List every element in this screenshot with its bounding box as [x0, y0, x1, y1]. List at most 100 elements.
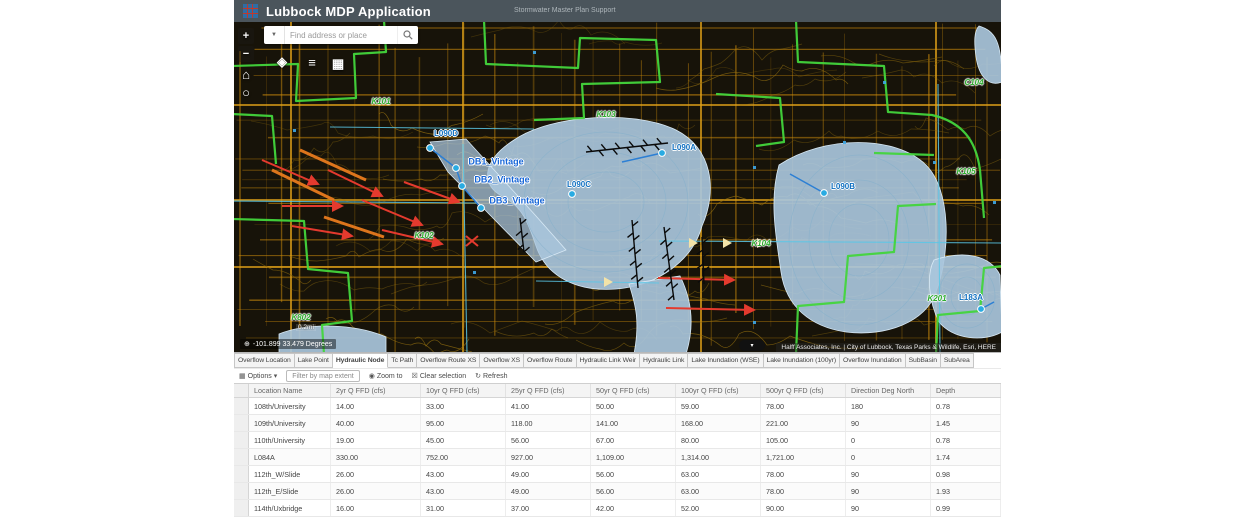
table-cell: 0.78: [931, 432, 1001, 448]
coordinates-readout: ⊕ -101.899 33.479 Degrees: [240, 339, 336, 349]
refresh-button[interactable]: ↻ Refresh: [475, 372, 507, 380]
column-header[interactable]: 50yr Q FFD (cfs): [591, 384, 676, 397]
tab-lake-inundation-wse[interactable]: Lake Inundation (WSE): [688, 353, 763, 368]
row-selector[interactable]: [234, 398, 249, 414]
select-all-cell[interactable]: [234, 384, 249, 397]
map-label-db1-vintage[interactable]: DB1_Vintage: [468, 158, 523, 167]
search-source-dropdown[interactable]: ▼: [264, 26, 285, 44]
map-label-k101[interactable]: K101: [371, 98, 390, 106]
column-header[interactable]: 25yr Q FFD (cfs): [506, 384, 591, 397]
map-label-k201[interactable]: K201: [927, 295, 946, 303]
basemap-button[interactable]: ▦: [330, 56, 346, 72]
target-icon: ⊕: [244, 340, 250, 348]
map-label-c104[interactable]: C104: [964, 79, 983, 87]
column-header[interactable]: Direction Deg North: [846, 384, 931, 397]
table-row[interactable]: 109th/University40.0095.00118.00141.0016…: [234, 415, 1001, 432]
table-cell: 1.74: [931, 449, 1001, 465]
clear-selection-button[interactable]: ☒ Clear selection: [412, 372, 467, 380]
map-label-k102[interactable]: K102: [414, 232, 433, 240]
tab-lake-inundation-100yr[interactable]: Lake Inundation (100yr): [764, 353, 841, 368]
table-row[interactable]: 108th/University14.0033.0041.0050.0059.0…: [234, 398, 1001, 415]
tab-hydraulic-link-weir[interactable]: Hydraulic Link Weir: [577, 353, 641, 368]
map-label-l090d[interactable]: L090D: [434, 130, 458, 138]
map-label-l090a[interactable]: L090A: [672, 144, 696, 152]
map-label-k105[interactable]: K105: [956, 168, 975, 176]
table-cell: 45.00: [421, 432, 506, 448]
tab-lake-point[interactable]: Lake Point: [295, 353, 333, 368]
table-cell: 40.00: [331, 415, 421, 431]
locate-button[interactable]: ○: [238, 84, 254, 100]
table-row[interactable]: 110th/University19.0045.0056.0067.0080.0…: [234, 432, 1001, 449]
tab-hydraulic-link[interactable]: Hydraulic Link: [640, 353, 688, 368]
table-cell: 927.00: [506, 449, 591, 465]
row-selector[interactable]: [234, 466, 249, 482]
table-cell: 0.78: [931, 398, 1001, 414]
table-row[interactable]: 112th_E/Slide26.0043.0049.0056.0063.0078…: [234, 483, 1001, 500]
table-cell: 63.00: [676, 466, 761, 482]
tab-overflow-inundation[interactable]: Overflow Inundation: [840, 353, 906, 368]
row-selector[interactable]: [234, 415, 249, 431]
column-header[interactable]: Location Name: [249, 384, 331, 397]
row-selector[interactable]: [234, 500, 249, 516]
map-label-db3-vintage[interactable]: DB3_Vintage: [489, 197, 544, 206]
search-widget: ▼: [264, 26, 418, 44]
legend-icon: ≡: [308, 55, 316, 70]
zoom-out-button[interactable]: −: [238, 46, 254, 62]
layers-button[interactable]: ◈: [274, 54, 290, 70]
filter-by-map-extent-button[interactable]: Filter by map extent: [286, 370, 359, 382]
map-label-k802[interactable]: K802: [291, 314, 310, 322]
column-header[interactable]: 100yr Q FFD (cfs): [676, 384, 761, 397]
table-cell: 112th_E/Slide: [249, 483, 331, 499]
map-label-l090b[interactable]: L090B: [831, 183, 855, 191]
app-window: Lubbock MDP Application Stormwater Maste…: [234, 0, 1001, 500]
refresh-label: Refresh: [483, 373, 508, 380]
map-label-k104[interactable]: K104: [751, 240, 770, 248]
search-input[interactable]: [285, 26, 397, 44]
tab-overflow-location[interactable]: Overflow Location: [234, 353, 295, 368]
tab-subarea[interactable]: SubArea: [941, 353, 974, 368]
map-label-db2-vintage[interactable]: DB2_Vintage: [474, 176, 529, 185]
map-canvas[interactable]: K101 C104 K103 L090D L090A DB1_Vintage K105 DB2…: [234, 22, 1001, 352]
table-row[interactable]: 114th/Uxbridge16.0031.0037.0042.0052.009…: [234, 500, 1001, 517]
attribute-table: Location Name2yr Q FFD (cfs)10yr Q FFD (…: [234, 384, 1001, 517]
zoom-to-button[interactable]: ◉ Zoom to: [369, 372, 403, 380]
map-label-k103[interactable]: K103: [596, 111, 615, 119]
map-label-l090c[interactable]: L090C: [567, 181, 591, 189]
zoom-in-button[interactable]: +: [238, 28, 254, 44]
table-cell: 90: [846, 483, 931, 499]
column-header[interactable]: 500yr Q FFD (cfs): [761, 384, 846, 397]
tab-subbasin[interactable]: SubBasin: [906, 353, 941, 368]
table-header: Location Name2yr Q FFD (cfs)10yr Q FFD (…: [234, 384, 1001, 398]
search-button[interactable]: [397, 26, 418, 44]
home-button[interactable]: ⌂: [238, 66, 254, 82]
map-labels: K101 C104 K103 L090D L090A DB1_Vintage K105 DB2…: [234, 22, 1001, 352]
table-row[interactable]: L084A330.00752.00927.001,109.001,314.001…: [234, 449, 1001, 466]
attribution-toggle[interactable]: ▾: [739, 340, 765, 351]
tab-overflow-xs[interactable]: Overflow XS: [480, 353, 524, 368]
tab-overflow-route-xs[interactable]: Overflow Route XS: [417, 353, 480, 368]
table-cell: 1,109.00: [591, 449, 676, 465]
row-selector[interactable]: [234, 449, 249, 465]
table-cell: 90.00: [761, 500, 846, 516]
column-header[interactable]: Depth: [931, 384, 1001, 397]
table-cell: 95.00: [421, 415, 506, 431]
options-button[interactable]: ▦ Options ▾: [239, 372, 277, 380]
table-row[interactable]: 112th_W/Slide26.0043.0049.0056.0063.0078…: [234, 466, 1001, 483]
map-label-l183a[interactable]: L183A: [959, 294, 983, 302]
table-cell: 0: [846, 449, 931, 465]
legend-button[interactable]: ≡: [304, 54, 320, 70]
page-title: Lubbock MDP Application: [266, 4, 431, 19]
row-selector[interactable]: [234, 483, 249, 499]
row-selector[interactable]: [234, 432, 249, 448]
table-cell: 52.00: [676, 500, 761, 516]
filter-label: Filter by map extent: [292, 373, 353, 380]
column-header[interactable]: 2yr Q FFD (cfs): [331, 384, 421, 397]
tab-hydraulic-node[interactable]: Hydraulic Node: [333, 353, 388, 368]
table-cell: 0.99: [931, 500, 1001, 516]
caret-down-icon: ▾: [750, 342, 753, 349]
locate-icon: ○: [242, 85, 250, 100]
tab-tc-path[interactable]: Tc Path: [388, 353, 417, 368]
table-cell: 59.00: [676, 398, 761, 414]
column-header[interactable]: 10yr Q FFD (cfs): [421, 384, 506, 397]
tab-overflow-route[interactable]: Overflow Route: [524, 353, 576, 368]
